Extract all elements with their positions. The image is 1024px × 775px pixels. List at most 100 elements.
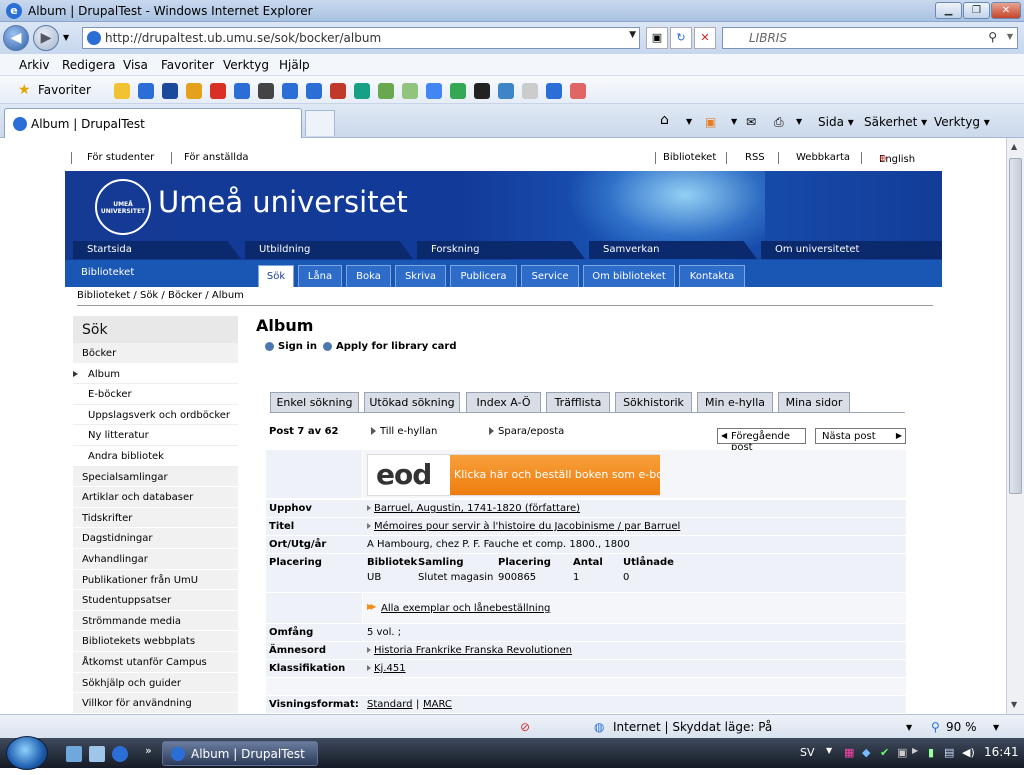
minimize-button[interactable]: ▁: [935, 2, 962, 19]
fav-site-icon[interactable]: [474, 83, 490, 99]
subtab-om-biblioteket[interactable]: Om biblioteket: [583, 265, 675, 287]
shield-icon[interactable]: ▣: [897, 746, 907, 759]
start-button[interactable]: [6, 736, 48, 770]
tab-forskning[interactable]: Forskning: [417, 241, 585, 259]
link-for-studenter[interactable]: För studenter: [87, 152, 154, 163]
fav-site-icon[interactable]: [234, 83, 250, 99]
sidebar-item-specialsamlingar[interactable]: Specialsamlingar: [73, 466, 238, 488]
fav-site-icon[interactable]: [162, 83, 178, 99]
safety-menu[interactable]: Säkerhet ▾: [864, 115, 927, 129]
fav-site-icon[interactable]: [354, 83, 370, 99]
menu-favoriter[interactable]: Favoriter: [161, 58, 214, 72]
switch-windows-icon[interactable]: [89, 746, 105, 762]
language-dropdown-icon[interactable]: ▼: [826, 746, 832, 755]
tab-startsida[interactable]: Startsida: [73, 241, 241, 259]
link-biblioteket[interactable]: Biblioteket: [663, 152, 716, 163]
battery-icon[interactable]: ▮: [928, 746, 934, 759]
language-indicator[interactable]: SV: [800, 746, 815, 759]
menu-arkiv[interactable]: Arkiv: [19, 58, 50, 72]
network-icon[interactable]: ▤: [944, 746, 954, 759]
volume-icon[interactable]: ◀): [962, 746, 975, 759]
title-link[interactable]: Mémoires pour servir à l'histoire du Jac…: [367, 521, 680, 532]
fav-site-icon[interactable]: [402, 83, 418, 99]
spara-eposta-link[interactable]: Spara/eposta: [488, 426, 564, 437]
refresh-icon[interactable]: ↻: [670, 27, 692, 49]
scroll-down-icon[interactable]: ▼: [1011, 700, 1017, 709]
subtab-service[interactable]: Service: [521, 265, 579, 287]
rss-icon[interactable]: ▣: [705, 115, 716, 129]
format-standard-link[interactable]: Standard: [367, 699, 413, 710]
scrollbar-thumb[interactable]: [1009, 158, 1022, 494]
url-input[interactable]: http://drupaltest.ub.umu.se/sok/bocker/a…: [82, 27, 640, 49]
popup-blocked-icon[interactable]: ⊘: [520, 720, 530, 734]
page-menu[interactable]: Sida ▾: [818, 115, 854, 129]
subject-link[interactable]: Historia Frankrike Franska Revolutionen: [367, 645, 572, 656]
vertical-scrollbar[interactable]: ▲ ▼: [1006, 138, 1024, 714]
rss-dropdown-icon[interactable]: ▼: [731, 117, 737, 126]
ie-quicklaunch-icon[interactable]: [112, 746, 128, 762]
fav-site-icon[interactable]: [546, 83, 562, 99]
subtab-sok[interactable]: Sök: [258, 265, 294, 287]
close-button[interactable]: ✕: [991, 2, 1021, 19]
url-dropdown-icon[interactable]: ▼: [629, 30, 636, 40]
fav-site-icon[interactable]: [426, 83, 442, 99]
university-logo-text[interactable]: Umeå universitet: [158, 185, 408, 219]
subtab-kontakta[interactable]: Kontakta: [679, 265, 745, 287]
fav-site-icon[interactable]: [306, 83, 322, 99]
clock[interactable]: 16:41: [984, 745, 1019, 759]
tab-album[interactable]: Album | DrupalTest: [4, 108, 302, 138]
menu-visa[interactable]: Visa: [123, 58, 148, 72]
breadcrumb[interactable]: Biblioteket / Sök / Böcker / Album: [77, 290, 244, 301]
sidebar-item-andra-bibliotek[interactable]: Andra bibliotek: [73, 445, 238, 467]
sidebar-item-atkomst[interactable]: Åtkomst utanför Campus: [73, 651, 238, 673]
tab-utbildning[interactable]: Utbildning: [245, 241, 413, 259]
tab-trafflista[interactable]: Träfflista: [546, 392, 610, 412]
sidebar-item-avhandlingar[interactable]: Avhandlingar: [73, 548, 238, 570]
search-dropdown-icon[interactable]: ▼: [1007, 32, 1013, 41]
print-dropdown-icon[interactable]: ▼: [796, 117, 802, 126]
fav-site-icon[interactable]: [138, 83, 154, 99]
classification-link[interactable]: Kj.451: [367, 663, 406, 674]
fav-site-icon[interactable]: [210, 83, 226, 99]
add-favorite-icon[interactable]: [114, 83, 130, 99]
subtab-lana[interactable]: Låna: [298, 265, 342, 287]
tab-sokhistorik[interactable]: Sökhistorik: [615, 392, 692, 412]
all-copies-link[interactable]: Alla exemplar och lånebeställning: [367, 602, 550, 614]
tab-mina-sidor[interactable]: Mina sidor: [778, 392, 850, 412]
sidebar-item-uppslagsverk[interactable]: Uppslagsverk och ordböcker: [73, 404, 238, 426]
tab-samverkan[interactable]: Samverkan: [589, 241, 757, 259]
university-seal[interactable]: UMEÅ UNIVERSITET: [95, 179, 151, 235]
favorites-button[interactable]: Favoriter: [38, 83, 91, 97]
sidebar-item-e-bocker[interactable]: E-böcker: [73, 384, 238, 405]
tab-index[interactable]: Index A-Ö: [466, 392, 541, 412]
sidebar-item-strommande-media[interactable]: Strömmande media: [73, 610, 238, 632]
favorites-star-icon[interactable]: ★: [18, 82, 31, 98]
sidebar-item-artiklar[interactable]: Artiklar och databaser: [73, 487, 238, 508]
zoom-dropdown-icon[interactable]: ▼: [993, 723, 999, 732]
menu-verktyg[interactable]: Verktyg: [223, 58, 269, 72]
security-zone[interactable]: Internet | Skyddat läge: På: [613, 720, 772, 734]
quicklaunch-overflow-icon[interactable]: »: [145, 744, 152, 757]
sidebar-item-bocker[interactable]: Böcker: [73, 343, 238, 364]
apply-card-link[interactable]: Apply for library card: [323, 341, 457, 352]
home-dropdown-icon[interactable]: ▼: [686, 117, 692, 126]
taskbar-ie-window[interactable]: Album | DrupalTest ...: [162, 741, 318, 775]
new-tab-button[interactable]: [305, 110, 335, 136]
fav-site-icon[interactable]: [498, 83, 514, 99]
next-post-button[interactable]: Nästa post ▶: [815, 428, 906, 444]
stop-icon[interactable]: ✕: [694, 27, 716, 49]
search-input[interactable]: LIBRIS ⚲ ▼: [722, 27, 1018, 49]
link-webbkarta[interactable]: Webbkarta: [796, 152, 850, 163]
fav-site-icon[interactable]: [450, 83, 466, 99]
zoom-level[interactable]: 90 %: [946, 720, 977, 734]
fav-site-icon[interactable]: [330, 83, 346, 99]
sign-in-link[interactable]: Sign in: [265, 341, 317, 352]
till-ehyllan-link[interactable]: Till e-hyllan: [370, 426, 437, 437]
history-dropdown-icon[interactable]: ▼: [63, 33, 69, 42]
link-for-anstallda[interactable]: För anställda: [184, 152, 249, 163]
eod-banner[interactable]: eod Klicka här och beställ boken som e-b…: [367, 454, 660, 496]
tab-om-universitetet[interactable]: Om universitetet: [761, 241, 942, 259]
sidebar-item-sokhjalp[interactable]: Sökhjälp och guider: [73, 672, 238, 694]
sidebar-item-tidskrifter[interactable]: Tidskrifter: [73, 507, 238, 529]
tab-enkel-sokning[interactable]: Enkel sökning: [270, 392, 359, 412]
